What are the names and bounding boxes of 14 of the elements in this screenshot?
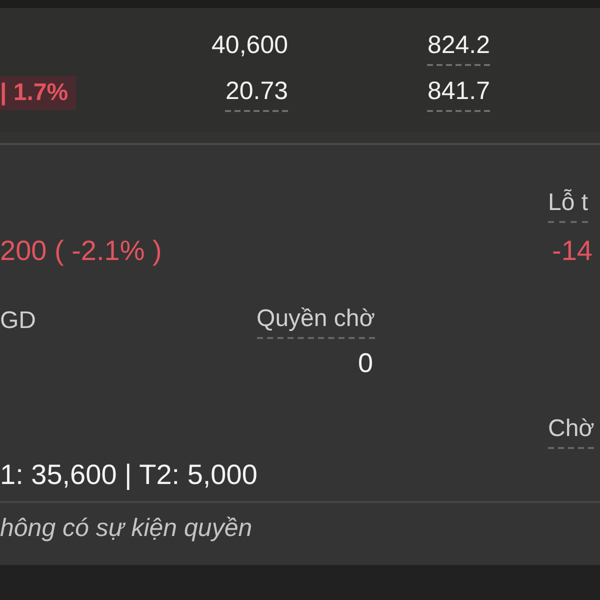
change-badge: | 1.7% [0,76,76,110]
rights-note: hông có sự kiện quyền [0,501,600,553]
price-value: 40,600 [212,30,288,61]
pending-rights-label[interactable]: Quyền chờ [256,304,375,339]
waiting-label[interactable]: Chờ [548,414,594,449]
pnl-value: -14 [551,234,592,268]
price-value[interactable]: 841.7 [427,76,490,112]
settlement-text: 1: 35,600 | T2: 5,000 [0,458,258,492]
price-value[interactable]: 20.73 [225,76,288,112]
change-value: 200 ( -2.1% ) [0,234,162,268]
price-value[interactable]: 824.2 [427,30,490,66]
pending-rights-value: 0 [358,347,374,379]
pnl-label[interactable]: Lỗ t [548,188,588,223]
trading-label: GD [0,306,36,336]
